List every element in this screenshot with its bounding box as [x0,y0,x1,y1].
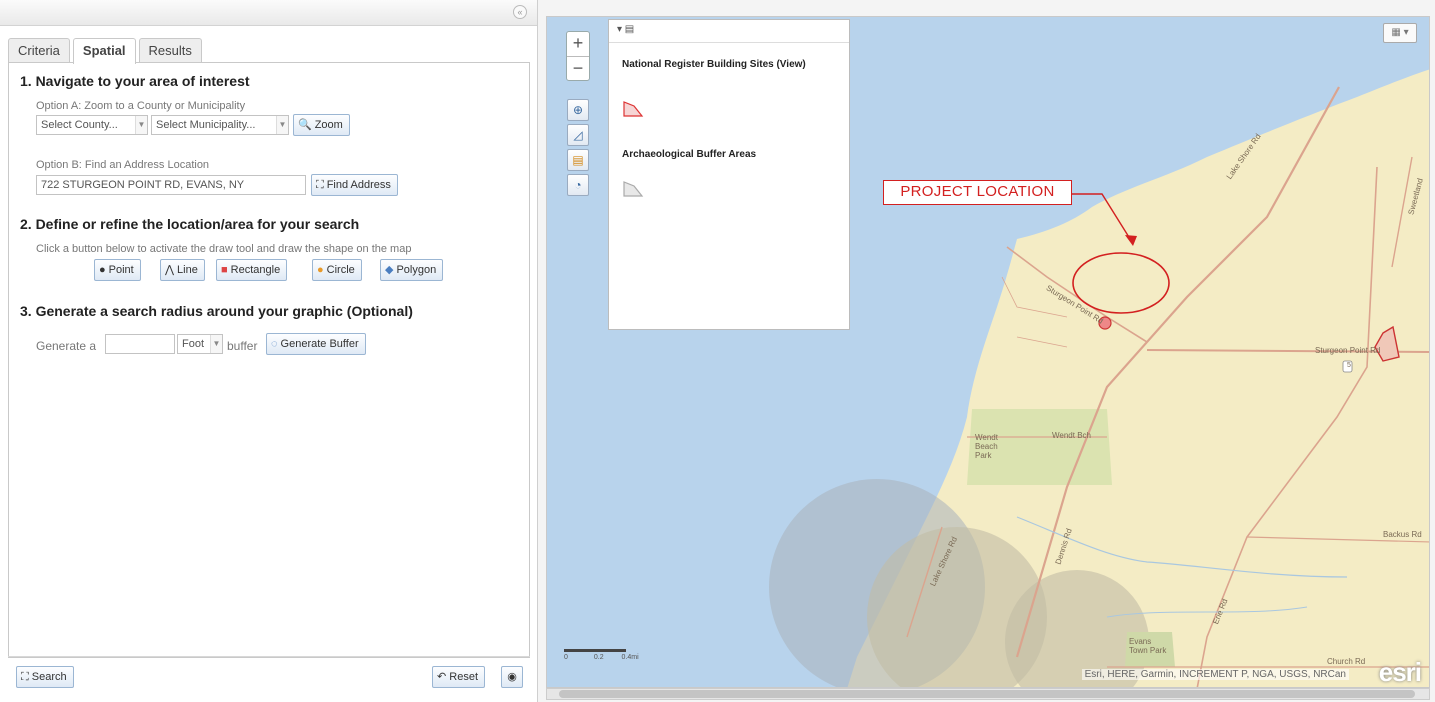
search-button-label: Search [31,671,67,683]
generate-buffer-button[interactable]: ◌ Generate Buffer [266,333,366,355]
panel-header: « [0,0,537,26]
route-shield-number: 5 [1347,362,1351,369]
road-label-backus: Backus Rd [1383,530,1422,539]
binoculars-icon: ⛶ [21,671,29,683]
chevron-down-icon: ▼ [276,116,288,134]
panel-footer: ⛶ Search ↶ Reset ◉ [8,656,530,696]
park-label-evans: Evans Town Park [1129,637,1167,655]
map-toolbar: ⊕ ◿ ▤ ◔ [567,99,589,199]
polygon-icon: ◆ [385,264,394,276]
county-select-value: Select County... [41,119,118,131]
layers-button[interactable]: ▤ [567,149,589,171]
road-label-wendt: Wendt Bch [1052,431,1091,440]
zoom-button-label: Zoom [314,119,343,131]
buffer-prefix: Generate a [36,339,97,353]
address-input[interactable]: 722 STURGEON POINT RD, EVANS, NY [36,175,306,195]
find-address-button-label: Find Address [326,179,391,191]
legend-layer-archaeological: Archaeological Buffer Areas [622,149,757,160]
county-select[interactable]: Select County... ▼ [36,115,148,135]
municipality-select-value: Select Municipality... [156,119,256,131]
building-site-swatch-icon [623,101,644,117]
legend-layer-building-sites: National Register Building Sites (View) [622,59,806,70]
draw-circle-label: Circle [326,264,355,276]
scrollbar-thumb[interactable] [559,690,1415,698]
scale-bar: 0 0.2 0.4mi [564,649,639,661]
step3-heading: 3. Generate a search radius around your … [20,303,413,319]
help-button[interactable]: ◉ [501,666,523,688]
locate-button[interactable]: ◔ [567,174,589,196]
buffer-unit-value: Foot [182,338,205,350]
buffer-suffix: buffer [227,339,258,353]
scale-zero: 0 [564,654,568,661]
project-location-label: PROJECT LOCATION [883,180,1072,205]
zoom-button[interactable]: 🔍 Zoom [293,114,350,136]
help-icon: ◉ [507,671,517,683]
archaeological-swatch-icon [623,181,644,197]
line-icon: ⋀ [165,264,175,276]
undo-icon: ↶ [437,671,447,683]
tab-criteria[interactable]: Criteria [8,38,70,63]
spatial-tab-panel: 1. Navigate to your area of interest Opt… [8,62,530,658]
reset-button[interactable]: ↶ Reset [432,666,486,688]
locate-icon: ◔ [574,178,582,192]
search-button[interactable]: ⛶ Search [16,666,74,688]
chevron-down-icon: ▼ [210,335,222,353]
scale-end: 0.4mi [621,654,639,661]
draw-point-button[interactable]: ● Point [94,259,141,281]
draw-rectangle-button[interactable]: ■ Rectangle [216,259,288,281]
basemap-gallery-button[interactable]: ▦ ▾ [1383,23,1417,43]
zoom-out-button[interactable]: − [567,56,589,80]
generate-buffer-label: Generate Buffer [280,338,359,350]
buffer-distance-input[interactable] [105,334,175,354]
draw-rectangle-label: Rectangle [230,264,281,276]
zoom-in-button[interactable]: + [567,32,589,56]
zoom-extent-button[interactable]: ⊕ [567,99,589,121]
buffer-icon: ◌ [271,338,278,350]
draw-polygon-button[interactable]: ◆ Polygon [380,259,444,281]
tab-bar: Criteria Spatial Results [8,38,205,64]
draw-line-button[interactable]: ⋀ Line [160,259,205,281]
tab-results[interactable]: Results [138,38,202,63]
magnifier-icon: ⊕ [572,103,584,117]
measure-icon: ◿ [573,128,583,142]
scale-mid: 0.2 [593,654,604,661]
road-label-church: Church Rd [1327,657,1366,666]
circle-icon: ● [317,264,324,276]
map-legend: ▾ ▤ National Register Building Sites (Vi… [608,19,850,330]
chevron-down-icon: ▼ [135,116,147,134]
magnifier-icon: 🔍 [298,119,312,131]
legend-header[interactable]: ▾ ▤ [609,20,849,43]
point-icon: ● [99,264,106,276]
find-address-button[interactable]: ⛶ Find Address [311,174,398,196]
collapse-panel-icon[interactable]: « [513,5,527,19]
grid-icon: ▦ ▾ [1391,27,1409,38]
municipality-select[interactable]: Select Municipality... ▼ [151,115,289,135]
measure-button[interactable]: ◿ [567,124,589,146]
zoom-control: + − [566,31,590,81]
legend-toggle-icon[interactable]: ▾ ▤ [617,24,634,35]
map-view[interactable]: Lake Shore Rd Sweetland Sturgeon Point R… [546,16,1430,688]
esri-logo: esri [1378,657,1422,687]
tab-spatial[interactable]: Spatial [72,38,136,64]
draw-circle-button[interactable]: ● Circle [312,259,362,281]
road-label-sturgeon-point-east: Sturgeon Point Rd [1315,346,1381,355]
horizontal-scrollbar[interactable] [546,688,1430,700]
draw-instruction: Click a button below to activate the dra… [36,243,412,255]
map-attribution: Esri, HERE, Garmin, INCREMENT P, NGA, US… [1081,669,1349,680]
option-a-label: Option A: Zoom to a County or Municipali… [36,100,246,112]
buffer-unit-select[interactable]: Foot ▼ [177,334,223,354]
scale-bar-line [564,649,626,652]
rectangle-icon: ■ [221,264,228,276]
draw-point-label: Point [108,264,134,276]
step1-heading: 1. Navigate to your area of interest [20,73,250,89]
reset-button-label: Reset [449,671,479,683]
park-label-wendt: Wendt Beach Park [975,433,998,460]
layers-icon: ▤ [572,153,584,167]
option-b-label: Option B: Find an Address Location [36,159,210,171]
search-panel: « Criteria Spatial Results 1. Navigate t… [0,0,538,702]
binoculars-icon: ⛶ [316,179,324,191]
draw-polygon-label: Polygon [396,264,437,276]
step2-heading: 2. Define or refine the location/area fo… [20,216,360,232]
draw-line-label: Line [177,264,198,276]
